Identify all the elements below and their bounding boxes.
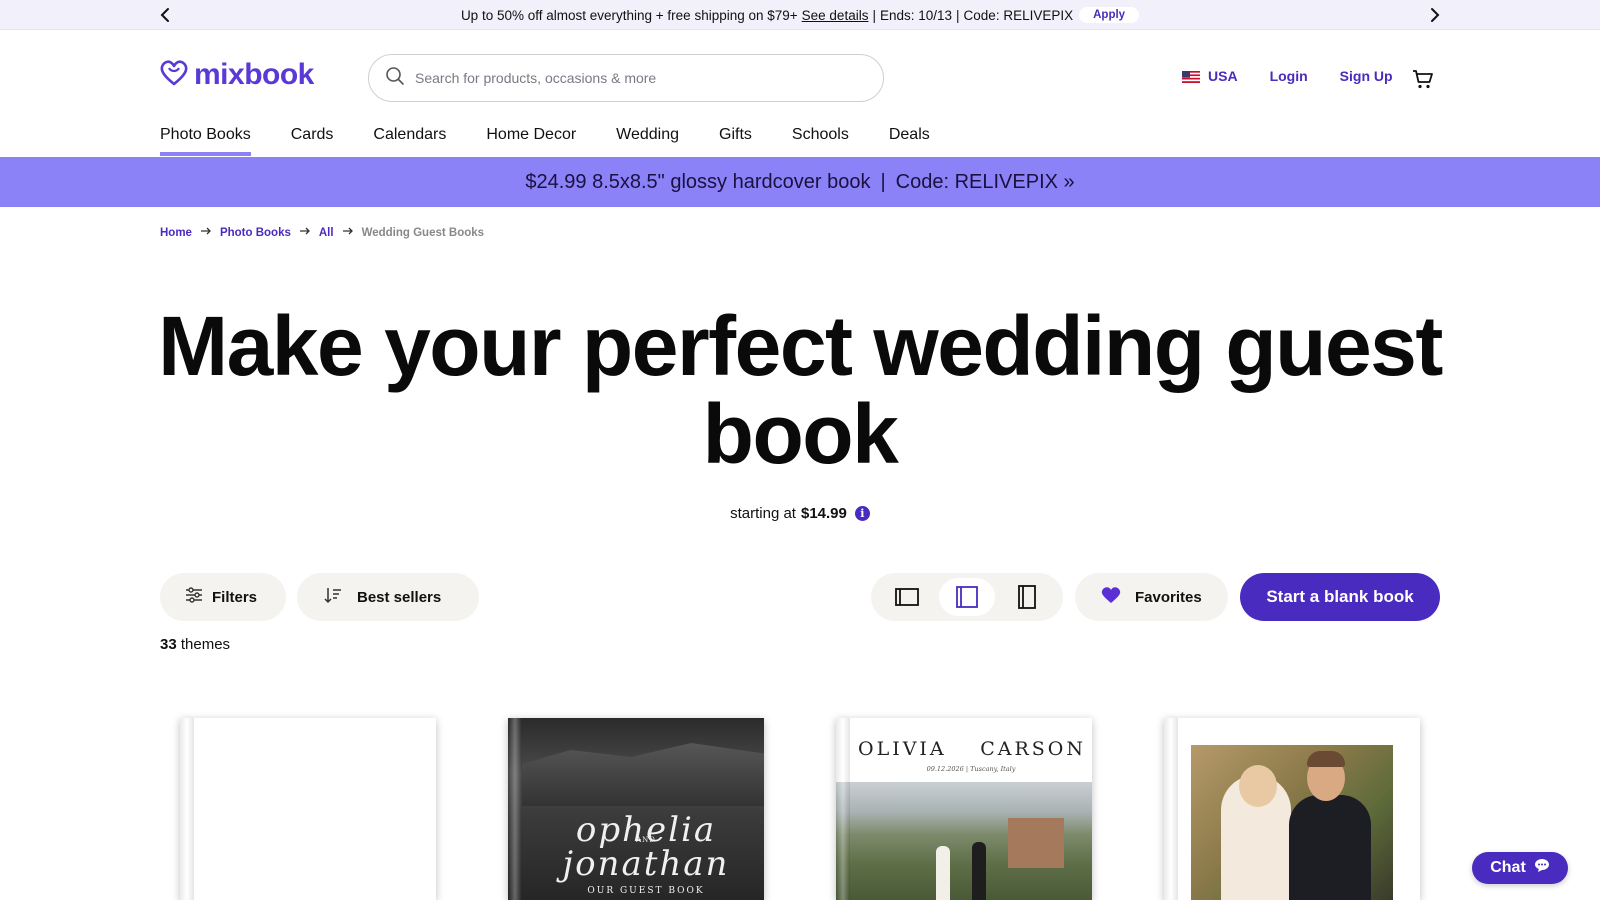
heart-logo-icon — [160, 59, 188, 91]
offer-banner[interactable]: $24.99 8.5x8.5" glossy hardcover book | … — [0, 157, 1600, 207]
info-icon[interactable]: i — [854, 506, 870, 521]
promo-text: Up to 50% off almost everything + free s… — [460, 7, 798, 23]
breadcrumb: Home Photo Books All Wedding Guest Books — [160, 225, 484, 240]
sort-button[interactable]: Best sellers — [297, 573, 479, 621]
results-count: 33 themes — [160, 636, 230, 653]
theme-count: 33 — [160, 636, 177, 653]
page-title: Make your perfect wedding guest book — [158, 299, 1443, 481]
header-links: USA Login Sign Up — [1182, 68, 1393, 84]
book-right-name: CARSON — [980, 738, 1086, 760]
sort-icon — [323, 585, 343, 609]
chat-bubble-icon — [1534, 858, 1550, 878]
filters-label: Filters — [212, 588, 258, 606]
square-view-icon[interactable] — [939, 578, 995, 616]
breadcrumb-home[interactable]: Home — [160, 227, 192, 239]
promo-strip: Up to 50% off almost everything + free s… — [0, 0, 1600, 30]
search-input[interactable] — [415, 70, 855, 86]
search-bar[interactable] — [368, 54, 884, 102]
book-cover-photo — [836, 782, 1092, 900]
chat-label: Chat — [1490, 859, 1526, 876]
book-card-couple-photo[interactable] — [1164, 718, 1420, 900]
logo[interactable]: mixbook — [160, 58, 314, 92]
apply-button[interactable]: Apply — [1079, 7, 1140, 23]
start-blank-book-button[interactable]: Start a blank book — [1240, 573, 1440, 621]
tab-gifts[interactable]: Gifts — [719, 120, 752, 156]
promo-content: Up to 50% off almost everything + free s… — [0, 0, 1600, 30]
search-icon — [385, 66, 405, 91]
theme-count-label: themes — [180, 636, 231, 653]
book-subtitle: OUR GUEST BOOK — [587, 886, 705, 896]
tab-photo-books[interactable]: Photo Books — [160, 120, 251, 156]
book-name-2: jonathan — [562, 844, 730, 884]
arrow-right-icon — [299, 225, 311, 240]
country-label: USA — [1208, 68, 1238, 84]
favorites-button[interactable]: Favorites — [1075, 573, 1228, 621]
tab-wedding[interactable]: Wedding — [616, 120, 679, 156]
book-cover-photo — [1191, 745, 1393, 900]
filters-button[interactable]: Filters — [160, 573, 286, 621]
view-toggle — [871, 573, 1063, 621]
arrow-right-icon — [200, 225, 212, 240]
portrait-view-icon[interactable] — [999, 578, 1055, 616]
starting-prefix: starting at — [730, 505, 796, 522]
book-cover-image — [522, 743, 764, 806]
tab-home-decor[interactable]: Home Decor — [486, 120, 576, 156]
sort-label: Best sellers — [357, 588, 442, 606]
logo-text: mixbook — [194, 58, 314, 91]
tab-deals[interactable]: Deals — [889, 120, 930, 156]
book-names: OLIVIA CARSON — [852, 738, 1092, 760]
cart-icon[interactable] — [1412, 68, 1434, 95]
promo-ends: Ends: 10/13 — [879, 7, 953, 23]
book-card-ophelia-jonathan[interactable]: ophelia AND jonathan OUR GUEST BOOK — [508, 718, 764, 900]
banner-offer: $24.99 8.5x8.5" glossy hardcover book — [525, 170, 871, 193]
tab-calendars[interactable]: Calendars — [373, 120, 446, 156]
landscape-view-icon[interactable] — [879, 578, 935, 616]
book-card-blank[interactable] — [180, 718, 436, 900]
arrow-right-icon — [342, 225, 354, 240]
book-and: AND — [636, 836, 656, 844]
starting-price: starting at $14.99 i — [0, 505, 1600, 522]
signup-link[interactable]: Sign Up — [1340, 68, 1393, 84]
book-left-name: OLIVIA — [858, 738, 947, 760]
login-link[interactable]: Login — [1270, 68, 1308, 84]
breadcrumb-current: Wedding Guest Books — [361, 226, 485, 239]
book-date: 09.12.2026 | Tuscany, Italy — [926, 765, 1016, 773]
main-nav: Photo Books Cards Calendars Home Decor W… — [160, 120, 970, 156]
book-card-olivia-carson[interactable]: OLIVIA CARSON 09.12.2026 | Tuscany, Ital… — [836, 718, 1092, 900]
us-flag-icon — [1182, 70, 1200, 83]
chevron-right-icon[interactable] — [1424, 4, 1446, 26]
heart-icon — [1101, 586, 1121, 608]
breadcrumb-all[interactable]: All — [319, 227, 334, 239]
banner-code: Code: RELIVEPIX » — [895, 170, 1075, 193]
breadcrumb-photo-books[interactable]: Photo Books — [220, 227, 291, 239]
price: $14.99 — [800, 505, 847, 522]
favorites-label: Favorites — [1135, 588, 1202, 606]
chat-button[interactable]: Chat — [1472, 852, 1568, 884]
see-details-link[interactable]: See details — [802, 8, 869, 23]
country-selector[interactable]: USA — [1182, 68, 1238, 84]
filters-icon — [184, 585, 204, 609]
tab-cards[interactable]: Cards — [291, 120, 334, 156]
tab-schools[interactable]: Schools — [792, 120, 849, 156]
promo-code: Code: RELIVEPIX — [963, 7, 1074, 23]
